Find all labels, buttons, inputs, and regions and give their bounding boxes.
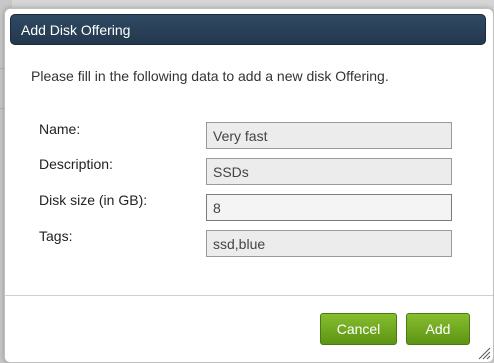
dialog-intro-text: Please fill in the following data to add… — [31, 68, 389, 84]
disk-size-field[interactable] — [206, 194, 452, 221]
tags-field[interactable] — [206, 230, 452, 257]
cancel-button[interactable]: Cancel — [320, 313, 397, 345]
name-field[interactable] — [206, 122, 452, 149]
description-label: Description: — [39, 156, 113, 172]
tags-label: Tags: — [39, 228, 73, 244]
add-button[interactable]: Add — [406, 313, 470, 345]
dialog-titlebar[interactable]: Add Disk Offering — [10, 14, 486, 45]
name-label: Name: — [39, 121, 81, 137]
disk-size-label: Disk size (in GB): — [39, 192, 148, 208]
footer-divider — [5, 295, 493, 296]
add-disk-offering-dialog: Add Disk Offering Please fill in the fol… — [4, 8, 494, 363]
resize-grip-icon[interactable] — [477, 346, 491, 360]
description-field[interactable] — [206, 158, 452, 185]
dialog-title: Add Disk Offering — [21, 22, 131, 38]
